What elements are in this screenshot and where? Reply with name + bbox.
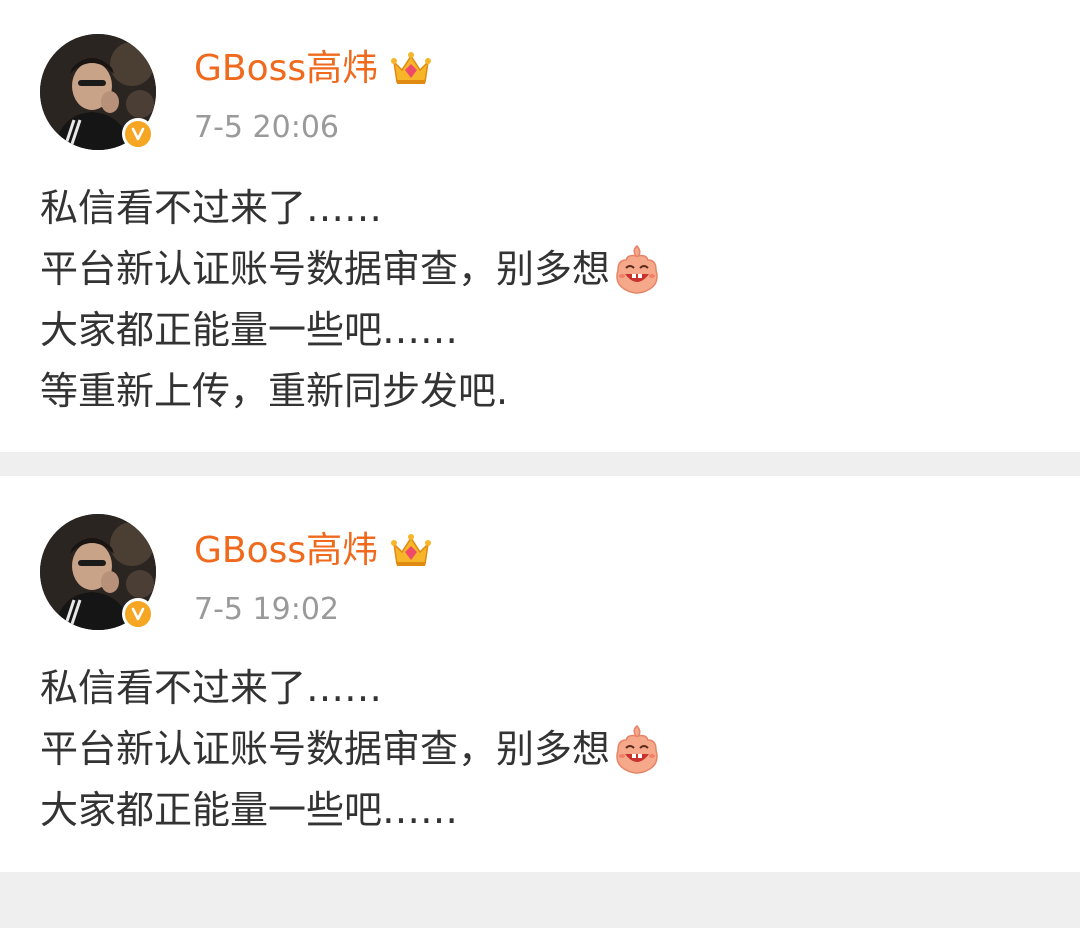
post-card[interactable]: GBoss高炜 7-5 20:06 私信看不过来了…… 平台新认证账号数据审查，… (0, 0, 1080, 452)
post-text: 私信看不过来了…… 平台新认证账号数据审查，别多想 大家都正能量一些吧…… (40, 658, 662, 841)
verified-v-icon (122, 118, 154, 150)
post-line: 大家都正能量一些吧…… (40, 788, 459, 832)
username-link[interactable]: GBoss高炜 (194, 44, 378, 94)
post-line: 私信看不过来了…… (40, 666, 383, 710)
verified-v-icon (122, 598, 154, 630)
username-link[interactable]: GBoss高炜 (194, 526, 378, 576)
laughing-emoji-icon (616, 724, 658, 774)
username-row: GBoss高炜 (194, 44, 432, 94)
post-line: 平台新认证账号数据审查，别多想 (40, 719, 662, 780)
post-text: 私信看不过来了…… 平台新认证账号数据审查，别多想 大家都正能量一些吧…… 等重… (40, 178, 662, 422)
post-line: 大家都正能量一些吧…… (40, 308, 459, 352)
post-line: 私信看不过来了…… (40, 186, 383, 230)
post-line: 等重新上传，重新同步发吧. (40, 369, 509, 413)
post-timestamp[interactable]: 7-5 20:06 (194, 108, 339, 148)
post-timestamp[interactable]: 7-5 19:02 (194, 590, 339, 630)
crown-icon[interactable] (390, 532, 432, 570)
post-line: 平台新认证账号数据审查，别多想 (40, 239, 662, 300)
laughing-emoji-icon (616, 244, 658, 294)
username-row: GBoss高炜 (194, 526, 432, 576)
post-card[interactable]: GBoss高炜 7-5 19:02 私信看不过来了…… 平台新认证账号数据审查，… (0, 476, 1080, 872)
crown-icon[interactable] (390, 50, 432, 88)
weibo-feed: GBoss高炜 7-5 20:06 私信看不过来了…… 平台新认证账号数据审查，… (0, 0, 1080, 928)
